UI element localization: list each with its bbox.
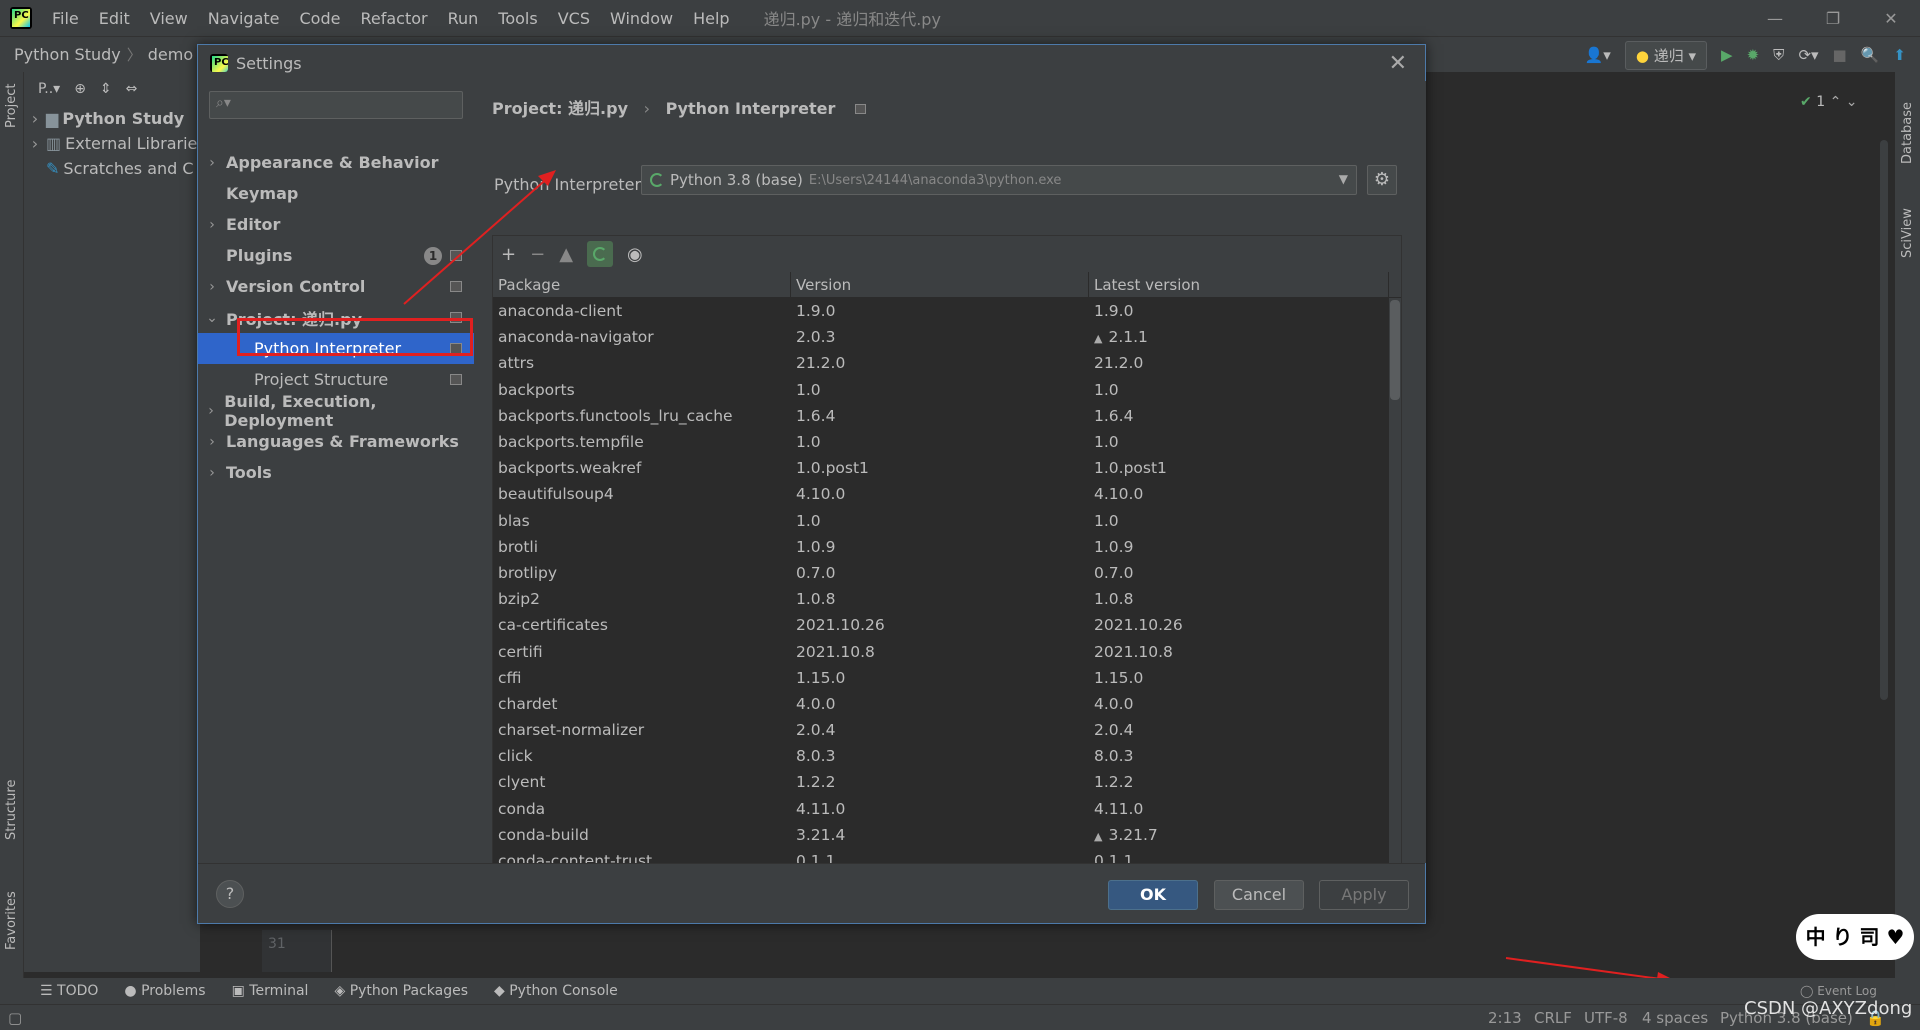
event-log[interactable]: ◯ Event Log bbox=[1800, 984, 1877, 998]
problems-icon: ● bbox=[124, 983, 137, 999]
list-icon: ☰ bbox=[40, 983, 53, 999]
bottom-tool-bar: ☰ TODO ● Problems ▣ Terminal ◈ Python Pa… bbox=[0, 978, 1920, 1004]
tab-python-console[interactable]: ◆ Python Console bbox=[494, 983, 618, 999]
terminal-icon: ▣ bbox=[231, 983, 245, 999]
event-log-icon: ◯ bbox=[1800, 984, 1814, 998]
tab-terminal[interactable]: ▣ Terminal bbox=[232, 983, 309, 999]
csdn-watermark: CSDN @AXYZdong bbox=[1744, 998, 1913, 1019]
caret-position[interactable]: 2:13 bbox=[1488, 1009, 1522, 1027]
sticker-stamp: 中 り 司 ♥ bbox=[1796, 914, 1914, 960]
tab-todo[interactable]: ☰ TODO bbox=[40, 983, 98, 999]
file-encoding[interactable]: UTF-8 bbox=[1584, 1009, 1628, 1027]
tab-problems[interactable]: ● Problems bbox=[124, 983, 205, 999]
line-separator[interactable]: CRLF bbox=[1534, 1009, 1572, 1027]
python-icon: ◆ bbox=[494, 983, 505, 999]
annotation-arrows bbox=[403, 170, 1676, 986]
tab-python-packages[interactable]: ◈ Python Packages bbox=[334, 983, 468, 999]
toggle-tool-windows-icon[interactable]: ▢ bbox=[8, 1009, 22, 1027]
packages-icon: ◈ bbox=[334, 983, 346, 999]
indent-setting[interactable]: 4 spaces bbox=[1642, 1009, 1708, 1027]
status-bar: ▢ 2:13 CRLF UTF-8 4 spaces Python 3.8 (b… bbox=[0, 984, 1920, 1030]
